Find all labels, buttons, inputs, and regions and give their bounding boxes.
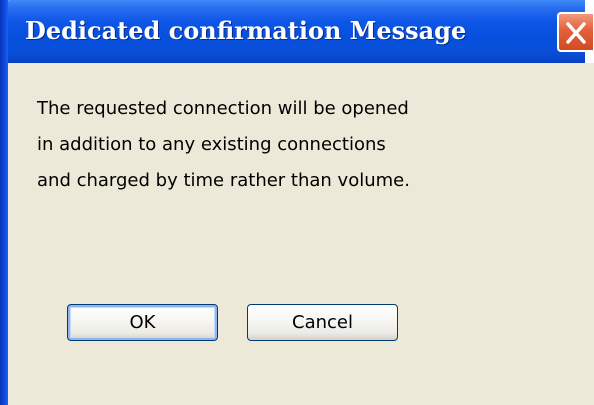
dialog-body: The requested connection will be opened … bbox=[8, 63, 594, 405]
dialog-title: Dedicated confirmation Message bbox=[25, 16, 467, 45]
window-frame-left bbox=[0, 0, 8, 405]
ok-button[interactable]: OK bbox=[67, 304, 218, 341]
message-line: The requested connection will be opened bbox=[37, 98, 409, 119]
close-button[interactable] bbox=[557, 12, 593, 52]
dialog-window: Dedicated confirmation Message The reque… bbox=[0, 0, 594, 405]
message-line: in addition to any existing connections bbox=[37, 134, 386, 155]
close-icon bbox=[566, 22, 586, 44]
confirmation-message: The requested connection will be opened … bbox=[37, 91, 577, 199]
title-bar[interactable]: Dedicated confirmation Message bbox=[0, 0, 593, 63]
message-line: and charged by time rather than volume. bbox=[37, 170, 410, 191]
cancel-button[interactable]: Cancel bbox=[247, 304, 398, 341]
